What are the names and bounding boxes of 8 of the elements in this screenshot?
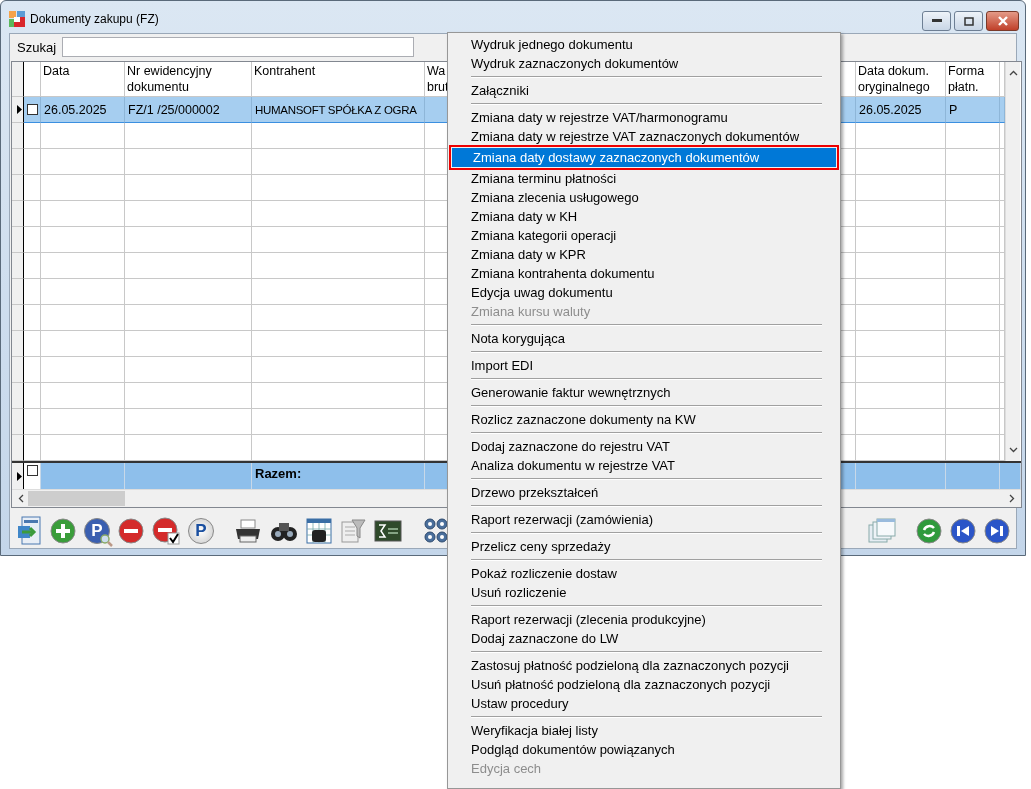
totals-cell: Razem: [252, 463, 425, 489]
table-cell: P [946, 97, 1000, 123]
table-cell: HUMANSOFT SPÓŁKA Z OGRA [252, 97, 425, 123]
search-label: Szukaj [17, 39, 57, 55]
window-title: Dokumenty zakupu (FZ) [30, 12, 160, 26]
table-cell: 26.05.2025 [856, 97, 946, 123]
table-cell: FZ/1 /25/000002 [125, 97, 252, 123]
table-cell: 26.05.2025 [41, 97, 125, 123]
